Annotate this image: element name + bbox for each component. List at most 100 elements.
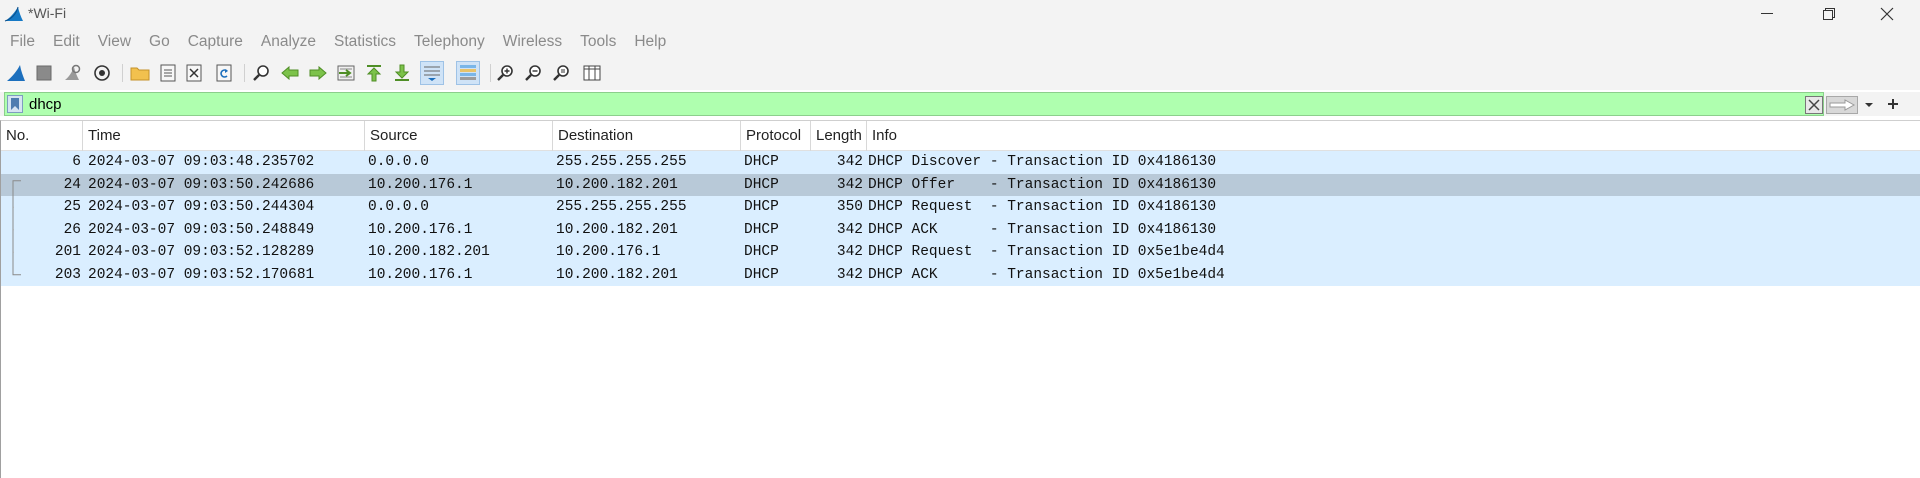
- cell-time: 2024-03-07 09:03:48.235702: [88, 154, 315, 170]
- column-header-source[interactable]: Source: [365, 121, 553, 151]
- open-file-button[interactable]: [128, 61, 152, 85]
- menu-analyze[interactable]: Analyze: [252, 29, 325, 55]
- restore-button[interactable]: [1806, 0, 1852, 28]
- cell-length: 350: [836, 199, 863, 215]
- last-packet-icon: [394, 64, 410, 81]
- restart-capture-button[interactable]: [60, 61, 84, 85]
- minimize-button[interactable]: [1744, 0, 1790, 28]
- cell-time: 2024-03-07 09:03:50.244304: [88, 199, 315, 215]
- go-to-packet-button[interactable]: [334, 61, 358, 85]
- open-file-icon: [130, 67, 150, 81]
- packet-list-pane[interactable]: No. Time Source Destination Protocol Len…: [0, 120, 1920, 478]
- toolbar-divider: [122, 64, 123, 82]
- find-packet-button[interactable]: [250, 61, 274, 85]
- close-window-button[interactable]: [1864, 0, 1910, 28]
- menu-wireless[interactable]: Wireless: [494, 29, 571, 55]
- zoom-in-button[interactable]: [494, 61, 518, 85]
- menu-help[interactable]: Help: [625, 29, 675, 55]
- filter-history-dropdown[interactable]: [1862, 98, 1876, 112]
- start-capture-icon: [7, 65, 25, 81]
- cell-source: 10.200.182.201: [368, 244, 490, 260]
- start-capture-button[interactable]: [4, 61, 28, 85]
- zoom-out-icon: [525, 65, 541, 81]
- resize-columns-button[interactable]: [580, 61, 604, 85]
- toolbar-divider: [244, 64, 245, 82]
- table-row[interactable]: 25 2024-03-07 09:03:50.244304 0.0.0.0 255.2…: [1, 196, 1920, 219]
- packet-list-header: No. Time Source Destination Protocol Len…: [1, 121, 1920, 151]
- auto-scroll-button[interactable]: [420, 61, 444, 85]
- column-header-no[interactable]: No.: [1, 121, 83, 151]
- cell-info: DHCP Offer - Transaction ID 0x4186130: [868, 176, 1217, 193]
- cell-time: 2024-03-07 09:03:50.242686: [88, 176, 315, 193]
- filter-bookmark-button[interactable]: [7, 95, 23, 113]
- cell-protocol: DHCP: [744, 221, 779, 238]
- go-forward-button[interactable]: [306, 61, 330, 85]
- table-row[interactable]: 6 2024-03-07 09:03:48.235702 0.0.0.0 255.25…: [1, 151, 1920, 174]
- table-row[interactable]: 203 2024-03-07 09:03:52.170681 10.200.176.…: [1, 263, 1920, 286]
- zoom-out-button[interactable]: [522, 61, 546, 85]
- cell-info: DHCP Request - Transaction ID 0x4186130: [868, 199, 1217, 215]
- cell-info: DHCP Discover - Transaction ID 0x4186130: [868, 154, 1217, 170]
- main-toolbar: [0, 56, 1920, 90]
- go-to-packet-icon: [337, 65, 355, 81]
- first-packet-button[interactable]: [362, 61, 386, 85]
- save-file-button[interactable]: [156, 61, 180, 85]
- clear-filter-button[interactable]: [1805, 96, 1823, 114]
- menu-edit[interactable]: Edit: [44, 29, 89, 55]
- column-header-destination[interactable]: Destination: [553, 121, 741, 151]
- column-header-length[interactable]: Length: [811, 121, 867, 151]
- menu-telephony[interactable]: Telephony: [405, 29, 494, 55]
- cell-length: 342: [836, 176, 863, 193]
- cell-source: 10.200.176.1: [368, 266, 473, 283]
- colorize-button[interactable]: [456, 61, 480, 85]
- menu-capture[interactable]: Capture: [179, 29, 252, 55]
- menu-go[interactable]: Go: [140, 29, 179, 55]
- window-title: *Wi-Fi: [28, 5, 67, 21]
- resize-columns-icon: [583, 65, 601, 81]
- close-icon: [1880, 7, 1894, 21]
- cell-length: 342: [836, 154, 863, 170]
- cell-destination: 255.255.255.255: [556, 199, 687, 215]
- auto-scroll-icon: [424, 66, 440, 81]
- table-row[interactable]: 201 2024-03-07 09:03:52.128289 10.200.182.…: [1, 241, 1920, 264]
- display-filter-input[interactable]: [29, 95, 1799, 113]
- apply-filter-button[interactable]: [1826, 96, 1858, 114]
- menu-file[interactable]: File: [1, 29, 44, 55]
- menu-tools[interactable]: Tools: [571, 29, 625, 55]
- toolbar-divider: [490, 64, 491, 82]
- first-packet-icon: [366, 65, 382, 82]
- cell-length: 342: [836, 266, 863, 283]
- cell-time: 2024-03-07 09:03:50.248849: [88, 221, 315, 238]
- display-filter-bar: [0, 92, 1920, 116]
- find-packet-icon: [253, 65, 269, 81]
- cell-source: 10.200.176.1: [368, 176, 473, 193]
- cell-protocol: DHCP: [744, 199, 779, 215]
- reload-file-button[interactable]: [212, 61, 236, 85]
- capture-options-button[interactable]: [90, 61, 114, 85]
- stop-capture-button[interactable]: [32, 61, 56, 85]
- cell-source: 0.0.0.0: [368, 199, 429, 215]
- restore-icon: [1823, 8, 1835, 20]
- add-filter-button-button[interactable]: [1882, 94, 1904, 114]
- go-back-button[interactable]: [278, 61, 302, 85]
- go-forward-icon: [309, 66, 327, 80]
- table-row[interactable]: 24 2024-03-07 09:03:50.242686 10.200.176.1…: [1, 173, 1920, 196]
- normal-size-icon: [553, 65, 569, 81]
- display-filter-field[interactable]: [4, 92, 1824, 116]
- column-header-time[interactable]: Time: [83, 121, 365, 151]
- last-packet-button[interactable]: [390, 61, 414, 85]
- column-header-info[interactable]: Info: [867, 121, 1920, 151]
- bookmark-icon: [11, 98, 19, 110]
- menu-bar: File Edit View Go Capture Analyze Statis…: [0, 28, 1920, 56]
- menu-statistics[interactable]: Statistics: [325, 29, 405, 55]
- cell-no: 24: [63, 176, 81, 193]
- menu-view[interactable]: View: [89, 29, 140, 55]
- table-row[interactable]: 26 2024-03-07 09:03:50.248849 10.200.176.1…: [1, 218, 1920, 241]
- normal-size-button[interactable]: [550, 61, 574, 85]
- cell-protocol: DHCP: [744, 244, 779, 260]
- close-file-button[interactable]: [182, 61, 206, 85]
- column-header-protocol[interactable]: Protocol: [741, 121, 811, 151]
- capture-options-icon: [94, 65, 110, 81]
- cell-time: 2024-03-07 09:03:52.128289: [88, 244, 315, 260]
- cell-destination: 255.255.255.255: [556, 154, 687, 170]
